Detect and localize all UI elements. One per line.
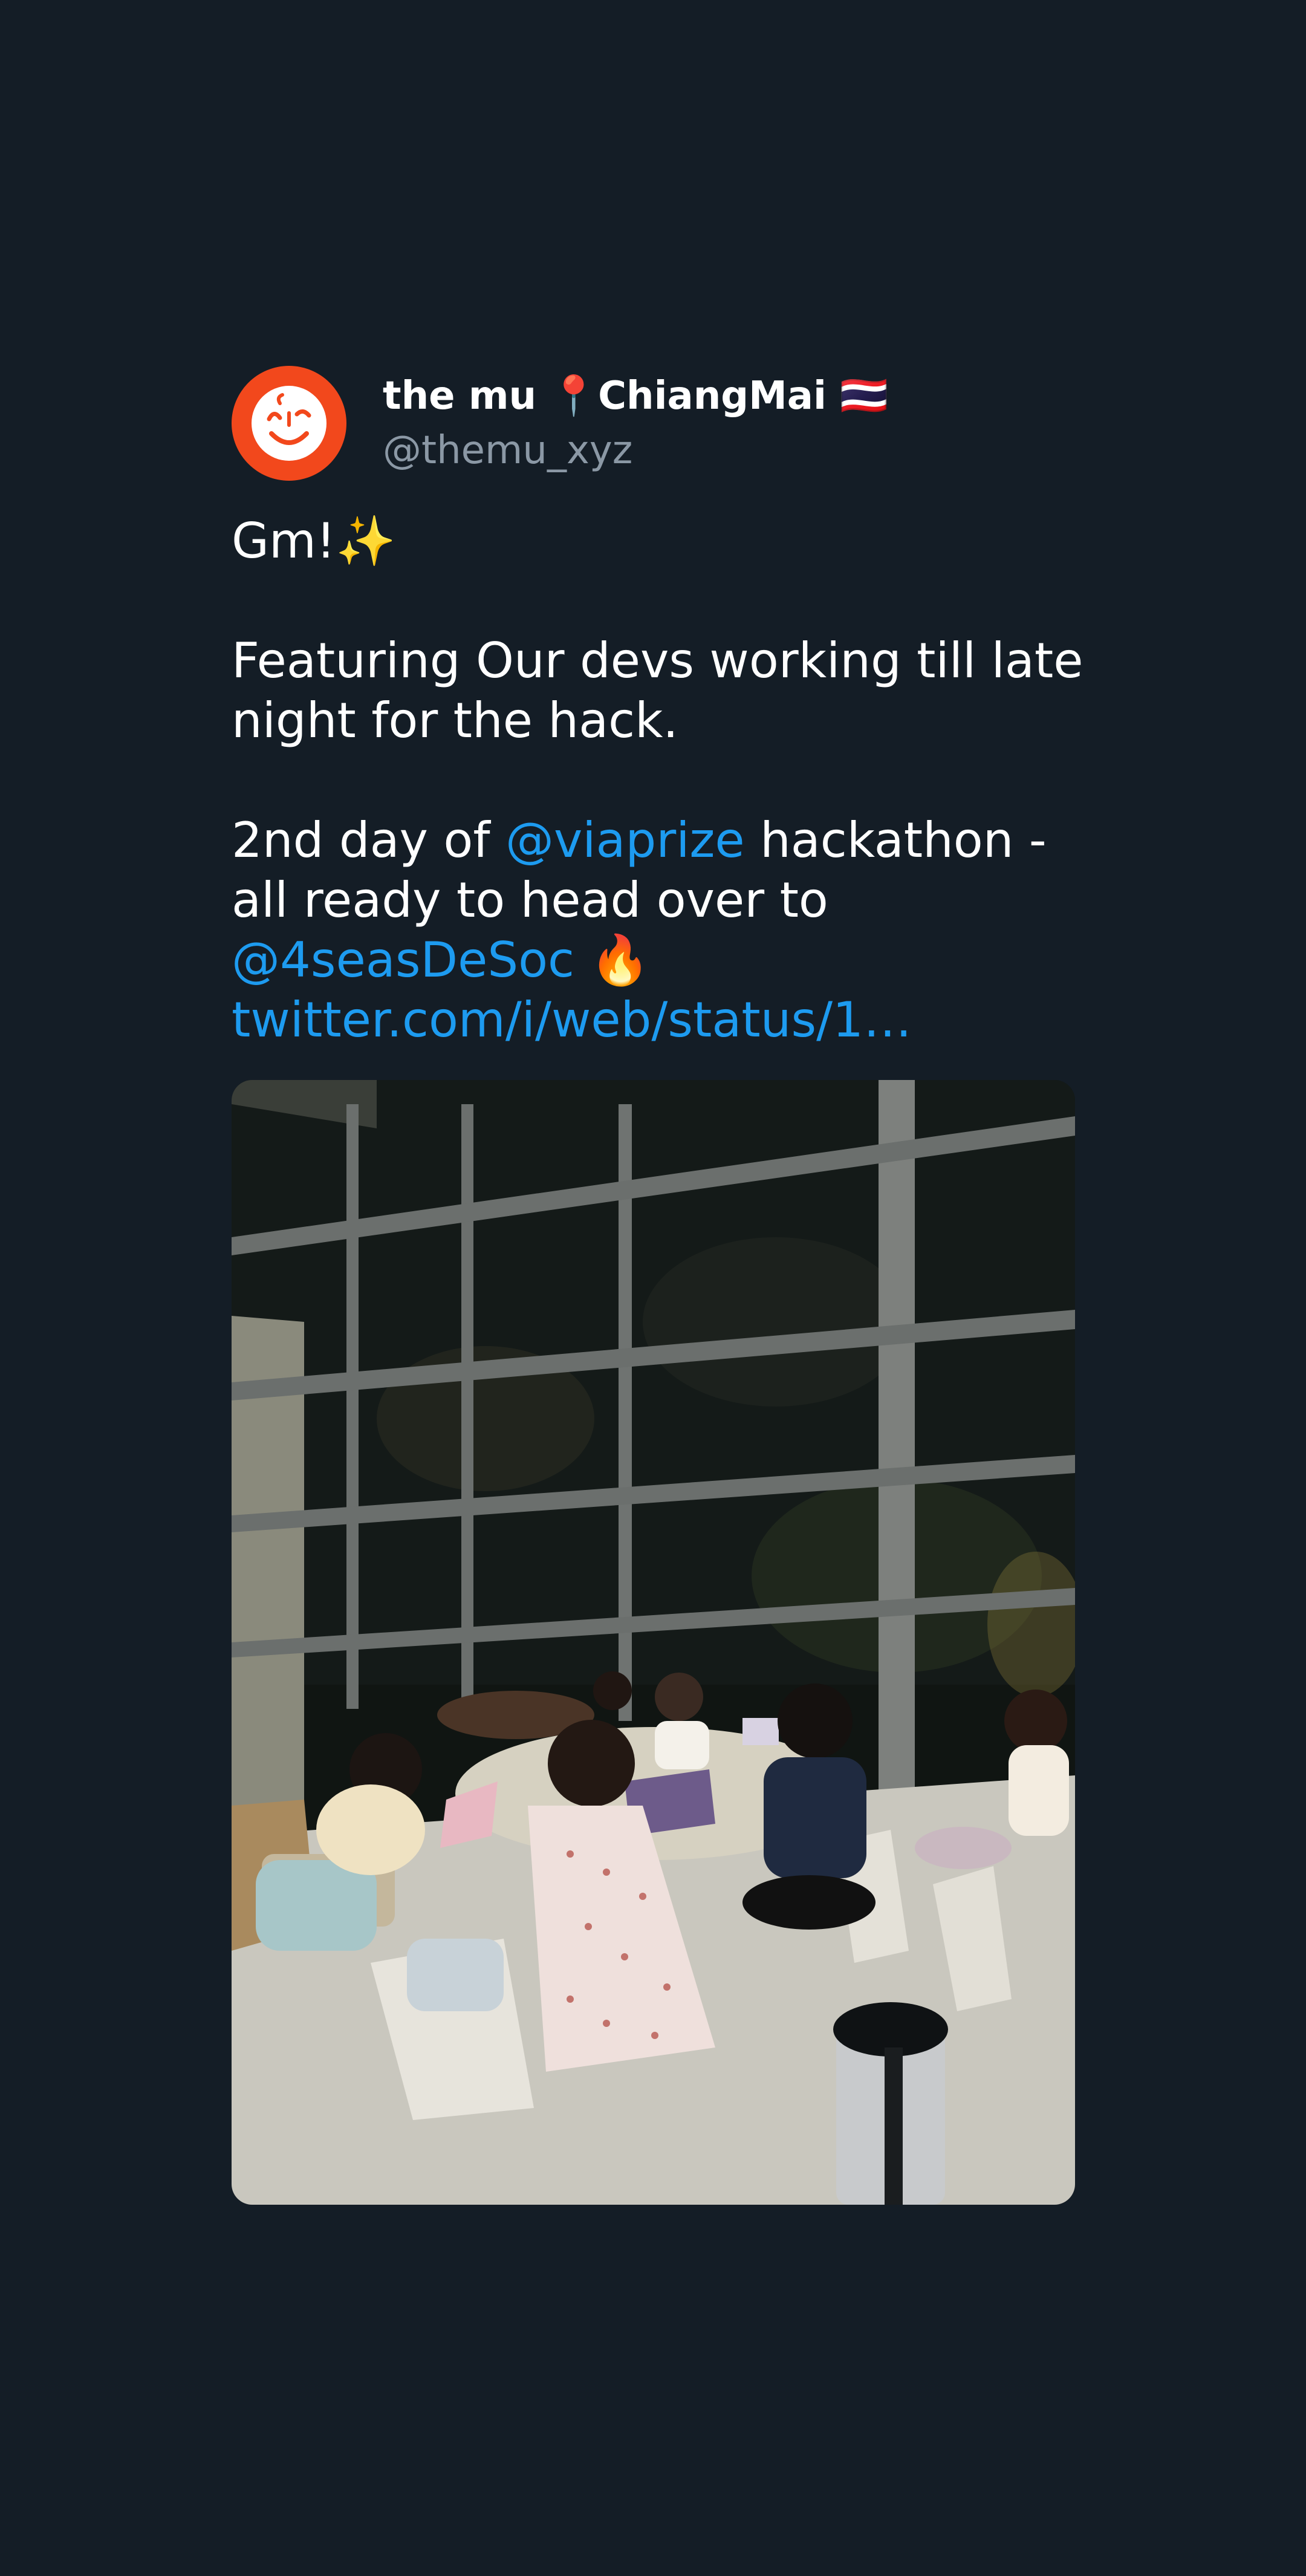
text-line: @4seasDeSoc 🔥 <box>232 930 1075 990</box>
mention-link-viaprize[interactable]: @viaprize <box>505 812 745 868</box>
tweet-header: the mu 📍ChiangMai 🇹🇭 @themu_xyz <box>232 366 1075 481</box>
avatar[interactable] <box>232 366 346 481</box>
tweet-text: Gm!✨ Featuring Our devs working till lat… <box>232 511 1083 1050</box>
status-link[interactable]: twitter.com/i/web/status/1… <box>232 990 1075 1050</box>
text-line: night for the hack. <box>232 692 678 749</box>
text-line: all ready to head over to <box>232 872 828 928</box>
smiling-face-logo-icon <box>252 386 326 461</box>
author-names: the mu 📍ChiangMai 🇹🇭 @themu_xyz <box>383 369 888 478</box>
text-line: Featuring Our devs working till late <box>232 633 1083 689</box>
text-segment: 2nd day of <box>232 812 505 868</box>
tweet-photo[interactable] <box>232 1080 1075 2205</box>
user-handle[interactable]: @themu_xyz <box>383 423 888 478</box>
text-line: 2nd day of @viaprize hackathon - <box>232 810 1075 870</box>
mention-link-4seasdesoc[interactable]: @4seasDeSoc <box>232 932 574 988</box>
greeting-line: Gm!✨ <box>232 513 396 569</box>
display-name[interactable]: the mu 📍ChiangMai 🇹🇭 <box>383 369 888 423</box>
tweet-card: the mu 📍ChiangMai 🇹🇭 @themu_xyz Gm!✨ Fea… <box>232 366 1083 2205</box>
fire-emoji: 🔥 <box>574 932 651 988</box>
photo-illustration <box>232 1080 1075 2205</box>
text-segment: hackathon - <box>744 812 1047 868</box>
